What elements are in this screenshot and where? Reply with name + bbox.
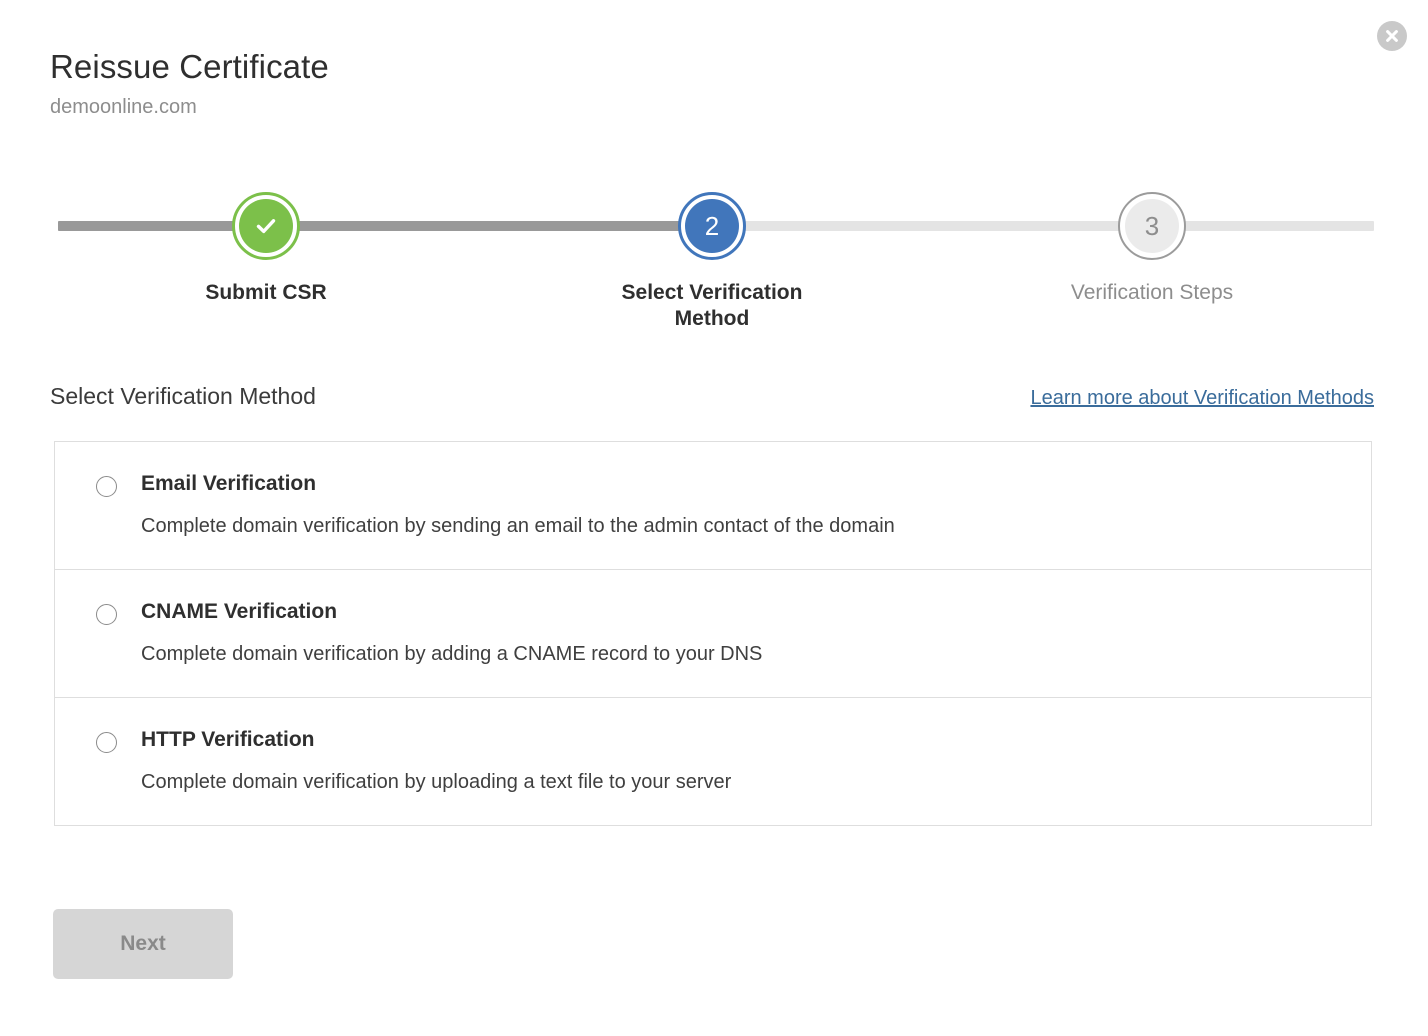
step-2-label: Select Verification Method (602, 280, 822, 332)
option-http-verification-title: HTTP Verification (141, 727, 731, 753)
check-icon (239, 199, 293, 253)
step-1-bubble (232, 192, 300, 260)
step-3-bubble: 3 (1118, 192, 1186, 260)
learn-more-link[interactable]: Learn more about Verification Methods (1030, 387, 1374, 410)
section-title: Select Verification Method (50, 383, 316, 410)
close-icon (1383, 27, 1401, 45)
step-1-label: Submit CSR (156, 280, 376, 306)
option-http-verification[interactable]: HTTP Verification Complete domain verifi… (55, 697, 1371, 825)
option-email-verification-description: Complete domain verification by sending … (141, 513, 895, 539)
step-3-label: Verification Steps (1042, 280, 1262, 306)
radio-http-verification[interactable] (96, 732, 117, 753)
progress-stepper: Submit CSR 2 Select Verification Method … (58, 192, 1374, 322)
option-cname-verification-description: Complete domain verification by adding a… (141, 641, 762, 667)
radio-email-verification[interactable] (96, 476, 117, 497)
step-2-number: 2 (685, 199, 739, 253)
verification-method-list: Email Verification Complete domain verif… (54, 441, 1372, 826)
option-email-verification-title: Email Verification (141, 471, 895, 497)
step-2-bubble: 2 (678, 192, 746, 260)
radio-cname-verification[interactable] (96, 604, 117, 625)
option-email-verification-text: Email Verification Complete domain verif… (141, 471, 895, 539)
next-button[interactable]: Next (53, 909, 233, 979)
option-http-verification-description: Complete domain verification by uploadin… (141, 769, 731, 795)
option-cname-verification-title: CNAME Verification (141, 599, 762, 625)
domain-subtitle: demoonline.com (50, 94, 329, 120)
stepper-step-select-verification-method[interactable]: 2 Select Verification Method (602, 192, 822, 332)
page-title: Reissue Certificate (50, 46, 329, 88)
section-header: Select Verification Method Learn more ab… (50, 383, 1374, 417)
option-cname-verification-text: CNAME Verification Complete domain verif… (141, 599, 762, 667)
stepper-step-submit-csr[interactable]: Submit CSR (156, 192, 376, 306)
stepper-step-verification-steps[interactable]: 3 Verification Steps (1042, 192, 1262, 306)
step-3-number: 3 (1125, 199, 1179, 253)
close-dialog-button[interactable] (1377, 21, 1407, 51)
option-http-verification-text: HTTP Verification Complete domain verifi… (141, 727, 731, 795)
option-email-verification[interactable]: Email Verification Complete domain verif… (55, 442, 1371, 569)
dialog-header: Reissue Certificate demoonline.com (50, 46, 329, 120)
option-cname-verification[interactable]: CNAME Verification Complete domain verif… (55, 569, 1371, 697)
